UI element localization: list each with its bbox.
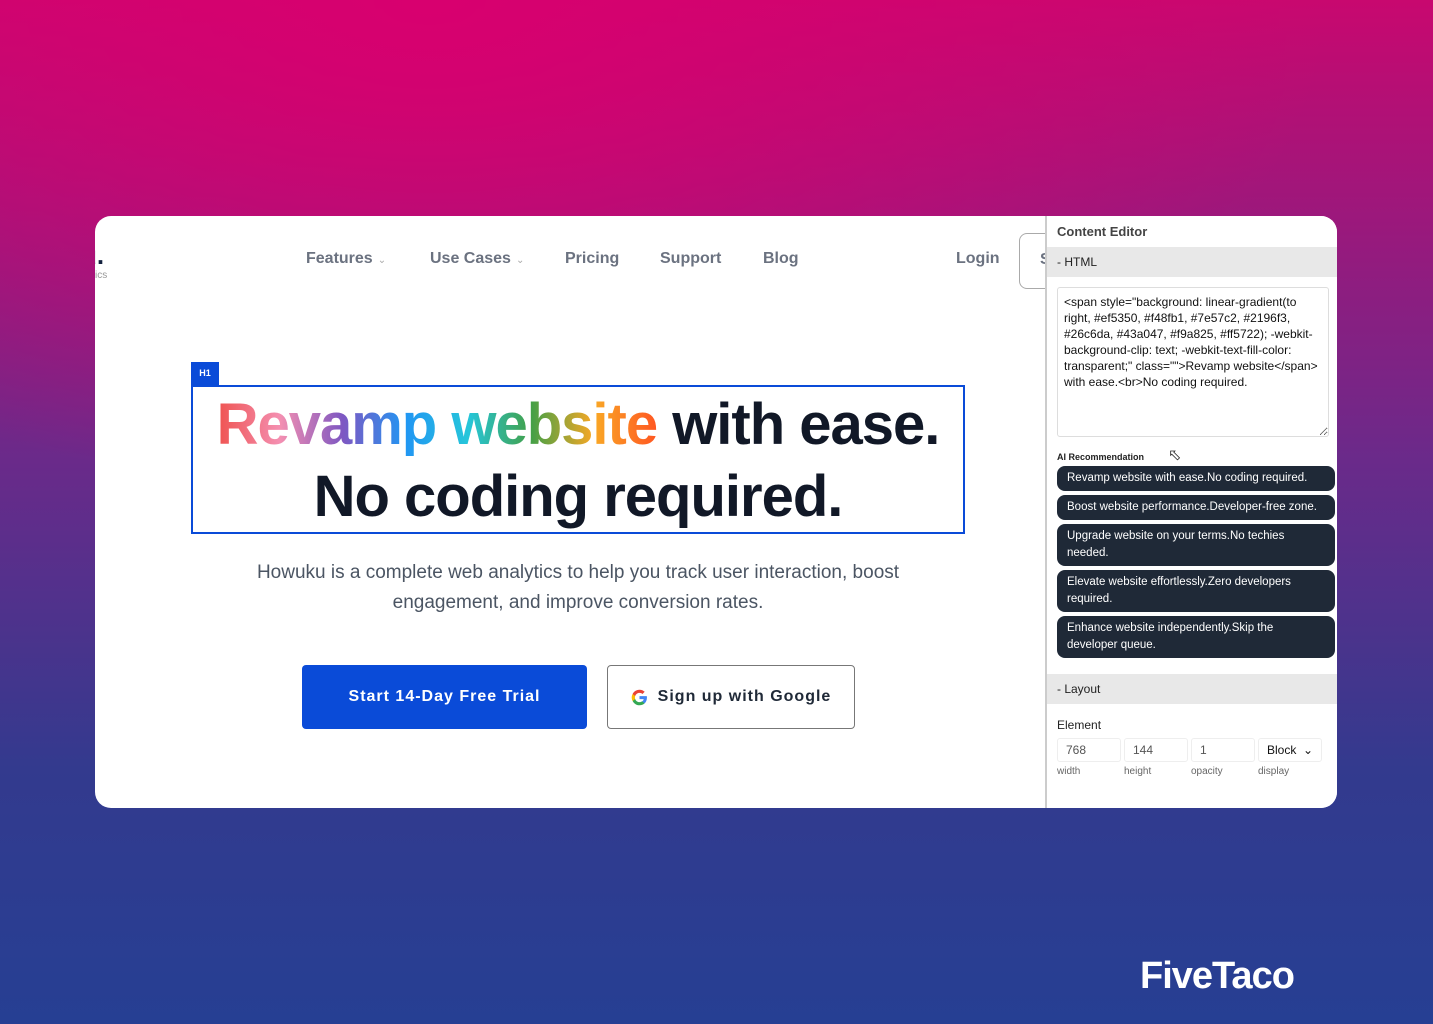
html-section-toggle[interactable]: - HTML [1047, 247, 1337, 277]
logo-subtitle: ics [95, 270, 108, 281]
display-select[interactable]: Block ⌄ [1258, 738, 1322, 762]
nav-pricing[interactable]: Pricing [565, 250, 619, 268]
element-type-tag: H1 [191, 362, 219, 385]
nav-blog[interactable]: Blog [763, 250, 799, 268]
recommendation-chip[interactable]: Elevate website effortlessly.Zero develo… [1057, 570, 1335, 612]
nav-features[interactable]: Features ⌄ [306, 250, 386, 268]
mouse-cursor-icon: ⬁ [1168, 447, 1182, 464]
height-label: height [1124, 766, 1152, 777]
google-signup-button[interactable]: Sign up with Google [607, 665, 855, 729]
opacity-input[interactable]: 1 [1191, 738, 1255, 762]
element-label: Element [1057, 718, 1102, 732]
headline[interactable]: Revamp website with ease. No coding requi… [191, 385, 965, 534]
chevron-down-icon: ⌄ [377, 255, 387, 266]
layout-section-toggle[interactable]: - Layout [1047, 674, 1337, 704]
nav-login[interactable]: Login [956, 250, 1000, 268]
html-editor-textarea[interactable]: <span style="background: linear-gradient… [1057, 287, 1329, 437]
ai-recommendation-label: AI Recommendation [1057, 452, 1145, 462]
landing-page: u. ics Features⌄ Use Cases⌄ Pricing Supp… [95, 216, 1045, 808]
panel-title: Content Editor [1057, 224, 1148, 239]
width-label: width [1057, 766, 1081, 777]
logo[interactable]: u. [95, 240, 104, 271]
width-input[interactable]: 768 [1057, 738, 1121, 762]
chevron-down-icon: ⌄ [1302, 743, 1313, 757]
nav-support[interactable]: Support [660, 250, 721, 268]
content-editor-panel: Content Editor - HTML <span style="backg… [1045, 216, 1337, 808]
recommendation-chip[interactable]: Revamp website with ease.No coding requi… [1057, 466, 1335, 491]
display-label: display [1258, 766, 1290, 777]
browser-card: u. ics Features⌄ Use Cases⌄ Pricing Supp… [95, 216, 1337, 808]
brand-logo: FiveTaco [1140, 955, 1295, 997]
opacity-label: opacity [1191, 766, 1223, 777]
recommendation-chip[interactable]: Enhance website independently.Skip the d… [1057, 616, 1335, 658]
nav-use-cases[interactable]: Use Cases ⌄ [430, 250, 524, 268]
chevron-down-icon: ⌄ [515, 255, 525, 266]
signup-nav-button[interactable]: S [1019, 233, 1045, 289]
subtitle: Howuku is a complete web analytics to he… [256, 562, 900, 613]
recommendation-chip[interactable]: Upgrade website on your terms.No techies… [1057, 524, 1335, 566]
start-trial-button[interactable]: Start 14-Day Free Trial [302, 665, 587, 729]
height-input[interactable]: 144 [1124, 738, 1188, 762]
recommendation-chip[interactable]: Boost website performance.Developer-free… [1057, 495, 1335, 520]
google-icon [631, 689, 647, 705]
